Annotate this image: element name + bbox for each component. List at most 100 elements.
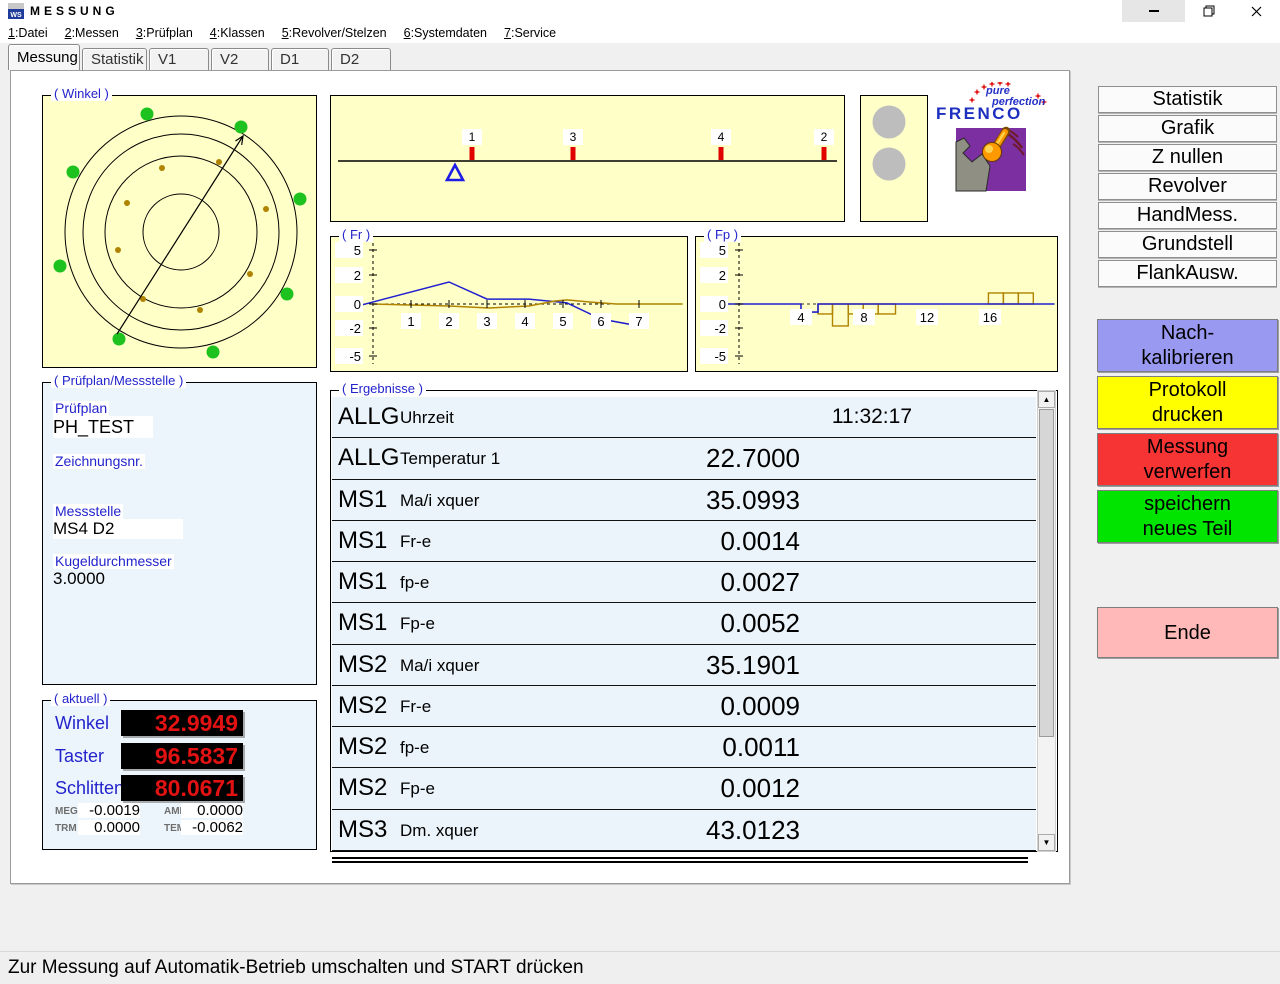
button-speichern-neues-teil[interactable]: speichernneues Teil	[1097, 490, 1278, 543]
button-messung-verwerfen[interactable]: Messungverwerfen	[1097, 433, 1278, 486]
button-ende[interactable]: Ende	[1097, 607, 1278, 658]
fr-panel: ( Fr ) 520-2-51234567	[330, 236, 688, 372]
minimize-icon	[1149, 10, 1159, 12]
row-param: Temperatur 1	[400, 449, 500, 469]
aktuell-panel: ( aktuell ) Winkel32.9949Taster96.5837Sc…	[42, 700, 317, 850]
button-grundstell[interactable]: Grundstell	[1098, 231, 1277, 258]
row-group: ALLG	[338, 403, 399, 431]
led-display-winkel: 32.9949	[121, 710, 243, 736]
tab-d2[interactable]: D2	[331, 48, 391, 70]
row-param: fp-e	[400, 738, 429, 758]
corr-value-trm: 0.0000	[78, 820, 140, 835]
row-value: 0.0014	[720, 526, 800, 557]
table-row: MS2fp-e0.0011	[332, 727, 1036, 768]
corr-value-amk: 0.0000	[181, 803, 243, 818]
fp-panel-title: ( Fp )	[704, 228, 741, 242]
tab-messung[interactable]: Messung	[8, 44, 80, 70]
restore-button[interactable]	[1185, 0, 1232, 22]
corr-label-trm: TRM	[55, 822, 77, 836]
frenco-logo: pureperfectionFRENCO	[930, 82, 1055, 194]
row-param: Fr-e	[400, 697, 431, 717]
ergebnisse-panel-title: ( Ergebnisse )	[339, 382, 426, 396]
button-z-nullen[interactable]: Z nullen	[1098, 144, 1277, 171]
menu-item-service[interactable]: 7:Service	[504, 26, 556, 40]
button-statistik[interactable]: Statistik	[1098, 86, 1277, 113]
field-value-kugeldurchmesser: 3.0000	[53, 569, 105, 589]
winkel-polar-chart	[43, 96, 316, 367]
winkel-panel-title: ( Winkel )	[51, 87, 112, 101]
results-scrollbar[interactable]: ▲ ▼	[1037, 390, 1056, 852]
row-param: Ma/i xquer	[400, 656, 479, 676]
minimize-button[interactable]	[1122, 0, 1185, 22]
button-flankausw[interactable]: FlankAusw.	[1098, 260, 1277, 287]
row-value: 35.0993	[706, 485, 800, 516]
svg-text:0: 0	[719, 297, 726, 312]
field-label-kugeldurchmesser: Kugeldurchmesser	[53, 554, 174, 569]
svg-text:-5: -5	[349, 349, 361, 364]
pruefplan-panel: ( Prüfplan/Messstelle ) PrüfplanPH_TESTZ…	[42, 382, 317, 685]
menu-item-revolver-stelzen[interactable]: 5:Revolver/Stelzen	[282, 26, 387, 40]
row-param: fp-e	[400, 573, 429, 593]
svg-text:3: 3	[570, 130, 577, 144]
button-grafik[interactable]: Grafik	[1098, 115, 1277, 142]
row-group: MS2	[338, 733, 387, 761]
svg-text:2: 2	[445, 314, 452, 329]
svg-text:5: 5	[719, 243, 726, 258]
window-title: MESSUNG	[30, 0, 119, 22]
tab-strip: MessungStatistikV1V2D1D2	[8, 44, 393, 70]
table-end-separator	[332, 857, 1028, 863]
row-group: MS1	[338, 486, 387, 514]
svg-text:7: 7	[635, 314, 642, 329]
messstelle-field[interactable]: MS4 D2	[53, 519, 183, 539]
table-row: MS1Fp-e0.0052	[332, 603, 1036, 644]
menu-item-systemdaten[interactable]: 6:Systemdaten	[404, 26, 487, 40]
row-value: 0.0052	[720, 608, 800, 639]
menu-item-datei[interactable]: 1:Datei	[8, 26, 48, 40]
tab-v1[interactable]: V1	[149, 48, 209, 70]
svg-text:1: 1	[469, 130, 476, 144]
button-revolver[interactable]: Revolver	[1098, 173, 1277, 200]
row-value: 11:32:17	[832, 405, 912, 429]
corr-value-tem: -0.0062	[181, 820, 243, 835]
close-button[interactable]	[1232, 0, 1280, 22]
corr-value-meg: -0.0019	[78, 803, 140, 818]
scroll-down-button[interactable]: ▼	[1038, 834, 1055, 851]
tab-d1[interactable]: D1	[271, 48, 329, 70]
restore-icon	[1203, 5, 1215, 17]
row-value: 22.7000	[706, 443, 800, 474]
svg-text:4: 4	[521, 314, 528, 329]
results-table: ALLGUhrzeit 11:32:17 ALLGTemperatur 1 22.70…	[332, 397, 1036, 851]
svg-text:-5: -5	[714, 349, 726, 364]
row-group: MS2	[338, 774, 387, 802]
close-icon	[1251, 6, 1262, 17]
svg-text:4: 4	[718, 130, 725, 144]
field-label-messstelle: Messstelle	[53, 504, 123, 519]
winkel-panel: ( Winkel )	[42, 95, 317, 368]
menu-item-klassen[interactable]: 4:Klassen	[210, 26, 265, 40]
scroll-up-button[interactable]: ▲	[1038, 391, 1055, 408]
svg-text:1: 1	[407, 314, 414, 329]
button-protokoll-drucken[interactable]: Protokolldrucken	[1097, 376, 1278, 429]
table-row: MS2Ma/i xquer35.1901	[332, 645, 1036, 686]
scrollbar-thumb[interactable]	[1039, 409, 1054, 737]
svg-text:3: 3	[483, 314, 490, 329]
button-nach-kalibrieren[interactable]: Nach-kalibrieren	[1097, 319, 1278, 372]
row-group: ALLG	[338, 444, 399, 472]
menu-item-pr-fplan[interactable]: 3:Prüfplan	[136, 26, 193, 40]
row-value: 0.0027	[720, 567, 800, 598]
position-bar-panel: 1342	[330, 95, 845, 222]
led-display-schlitten: 80.0671	[121, 775, 243, 801]
tab-statistik[interactable]: Statistik	[82, 48, 147, 70]
menu-bar: 1:Datei 2:Messen 3:Prüfplan 4:Klassen 5:Revo…	[0, 22, 1280, 43]
indicator-panel	[860, 95, 928, 222]
tab-v2[interactable]: V2	[211, 48, 269, 70]
row-group: MS1	[338, 609, 387, 637]
svg-text:5: 5	[559, 314, 566, 329]
menu-item-messen[interactable]: 2:Messen	[65, 26, 119, 40]
table-row: MS1fp-e0.0027	[332, 562, 1036, 603]
axis-label-winkel: Winkel	[55, 713, 109, 734]
svg-text:6: 6	[597, 314, 604, 329]
table-row: MS1Ma/i xquer35.0993	[332, 480, 1036, 521]
row-param: Uhrzeit	[400, 408, 454, 428]
button-handmess[interactable]: HandMess.	[1098, 202, 1277, 229]
